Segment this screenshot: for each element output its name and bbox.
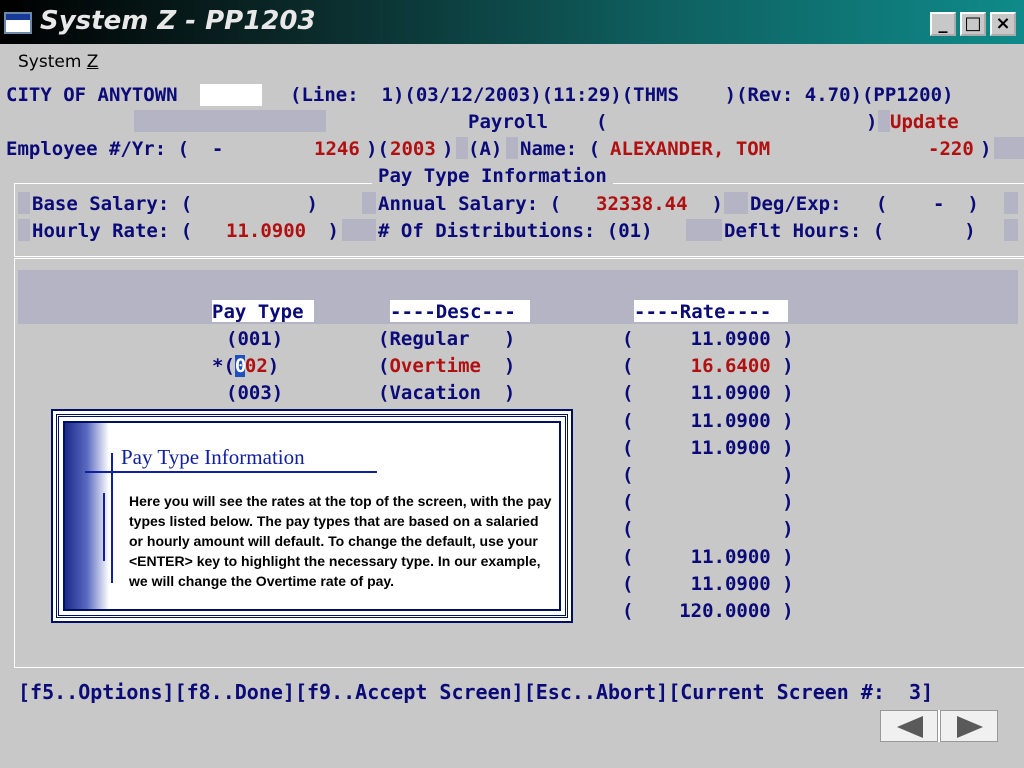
next-arrow-icon[interactable] — [940, 710, 998, 742]
deg-end-pad — [1004, 192, 1018, 214]
pay-type-rate[interactable]: ( 11.0900 ) — [622, 328, 794, 350]
pay-type-desc: (Vacation ) — [378, 382, 516, 404]
pay-type-rate[interactable]: ( 11.0900 ) — [622, 573, 794, 595]
annual-salary-label: Annual Salary: ( — [378, 193, 573, 215]
deflt-hours-field[interactable]: Deflt Hours: ( ) — [724, 220, 976, 242]
employee-year[interactable]: 2003 — [390, 138, 436, 160]
callout-title-underline — [85, 471, 377, 473]
mode-open-paren: ( — [596, 111, 608, 133]
pay-type-code[interactable]: (001) — [226, 328, 283, 350]
mode-pad — [878, 110, 890, 132]
org-name: CITY OF ANYTOWN — [6, 84, 178, 106]
window-title: System Z - PP1203 — [40, 6, 316, 36]
mode-close-paren: ) — [866, 111, 878, 133]
line-info: (Line: 1)(03/12/2003)(11:29)(THMS )(Rev:… — [290, 84, 954, 106]
employee-name: ALEXANDER, TOM — [610, 138, 771, 160]
base-salary-pad — [18, 192, 30, 214]
mode-status: Update — [890, 111, 959, 133]
pay-type-rate[interactable]: ( 16.6400 ) — [622, 355, 794, 377]
employee-name-code: -220 — [928, 138, 974, 160]
app-window-icon[interactable] — [4, 12, 32, 34]
employee-close: ) — [442, 138, 454, 160]
distributions-field: # Of Distributions: (01) — [378, 220, 653, 242]
pay-info-section-title: Pay Type Information — [372, 165, 613, 187]
status-pad — [456, 137, 468, 159]
employee-label: Employee #/Yr: ( - — [6, 138, 281, 160]
pay-type-rate[interactable]: ( 11.0900 ) — [622, 382, 794, 404]
menu-system[interactable]: System Z — [18, 52, 98, 72]
pay-type-rate[interactable]: ( 11.0900 ) — [622, 410, 794, 432]
annual-salary-value: 32338.44 — [596, 193, 688, 215]
pay-type-info-callout: Pay Type Information Here you will see t… — [53, 411, 571, 621]
name-label: Name: ( — [520, 138, 601, 160]
function-key-bar[interactable]: [f5..Options][f8..Done][f9..Accept Scree… — [18, 681, 933, 703]
hourly-rate-label: Hourly Rate: ( — [32, 220, 204, 242]
dist-pad — [342, 219, 376, 241]
hourly-rate-value[interactable]: 11.0900 — [226, 220, 306, 242]
minimize-button[interactable]: _ — [930, 12, 956, 36]
annual-pad — [362, 192, 376, 214]
callout-body: Here you will see the rates at the top o… — [129, 493, 552, 589]
title-bar: System Z - PP1203 _ □ × — [0, 0, 1024, 44]
hourly-rate-close: ) — [316, 220, 339, 242]
rate-header: ----Rate---- — [634, 301, 772, 323]
slide-nav — [880, 710, 998, 742]
callout-inner-border: Pay Type Information Here you will see t… — [63, 421, 561, 611]
pay-type-desc: (Regular ) — [378, 328, 516, 350]
employee-number[interactable]: 1246 — [314, 138, 360, 160]
close-button[interactable]: × — [990, 12, 1016, 36]
pay-type-header: Pay Type — [212, 301, 304, 323]
previous-arrow-icon[interactable] — [880, 710, 938, 742]
pay-type-code[interactable]: (003) — [226, 382, 283, 404]
name-pad — [506, 137, 518, 159]
pay-type-desc: (Overtime ) — [378, 355, 516, 377]
deg-pad — [724, 192, 748, 214]
name-end-pad — [994, 137, 1024, 159]
maximize-button[interactable]: □ — [960, 12, 986, 36]
deg-exp-field[interactable]: Deg/Exp: ( - ) — [750, 193, 979, 215]
pay-type-rate[interactable]: ( 11.0900 ) — [622, 546, 794, 568]
callout-vertical-rule-short — [103, 493, 105, 561]
pay-type-rate[interactable]: ( ) — [622, 464, 794, 486]
header-blank-field — [134, 110, 326, 132]
pay-type-rate[interactable]: ( 11.0900 ) — [622, 437, 794, 459]
name-close: ) — [980, 138, 992, 160]
callout-title: Pay Type Information — [121, 445, 305, 469]
pay-type-code[interactable]: *(002) — [212, 355, 279, 377]
module-name: Payroll — [468, 111, 549, 133]
base-salary-field[interactable]: Base Salary: ( ) — [32, 193, 318, 215]
deflt-end-pad — [1004, 219, 1018, 241]
desc-header: ----Desc--- — [390, 301, 516, 323]
employee-status: (A) — [468, 138, 503, 160]
annual-salary-close: ) — [700, 193, 723, 215]
employee-separator: )( — [366, 138, 389, 160]
menu-bar: System Z — [0, 44, 1024, 78]
hourly-pad — [18, 219, 30, 241]
org-field-pad — [200, 84, 262, 106]
pay-type-rate[interactable]: ( ) — [622, 491, 794, 513]
pay-type-rate[interactable]: ( 120.0000 ) — [622, 600, 794, 622]
deflt-pad — [686, 219, 722, 241]
pay-type-rate[interactable]: ( ) — [622, 518, 794, 540]
